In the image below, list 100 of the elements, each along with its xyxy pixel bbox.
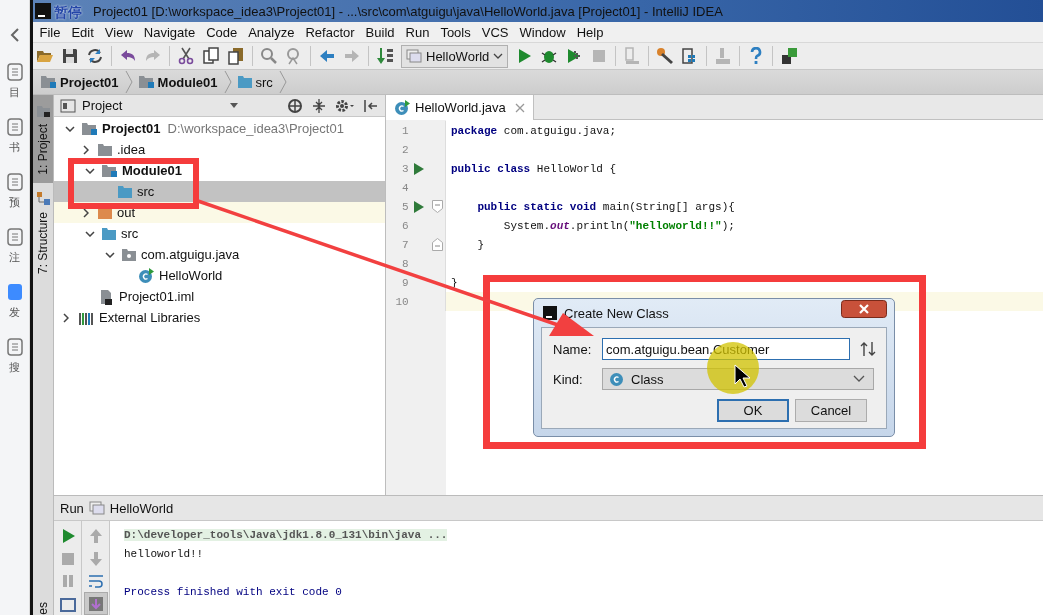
menu-item[interactable]: Build (360, 24, 400, 40)
menu-item[interactable]: View (99, 24, 139, 40)
menu-item[interactable]: File (34, 24, 66, 40)
collapse-all-icon[interactable] (311, 97, 327, 114)
app-shortcut-icon[interactable] (6, 228, 23, 246)
breadcrumb[interactable]: Project01 (39, 74, 121, 90)
menu-item[interactable]: Tools (434, 24, 477, 40)
module-folder-icon (138, 76, 154, 88)
run-gutter-icon[interactable] (413, 161, 426, 176)
tree-item[interactable]: src (54, 181, 385, 202)
tree-item[interactable]: External Libraries (54, 307, 385, 328)
sync-icon[interactable] (86, 47, 104, 65)
plugin-icon[interactable] (780, 47, 799, 65)
breadcrumb[interactable]: src (235, 74, 275, 90)
cancel-button[interactable]: Cancel (795, 399, 867, 422)
run-configuration-dropdown[interactable]: HelloWorld (401, 44, 509, 68)
mouse-pointer-icon (734, 364, 750, 388)
close-icon[interactable] (514, 102, 525, 113)
project-view-icon (60, 97, 76, 114)
app-shortcut-icon[interactable] (6, 173, 23, 191)
tree-item-label: Project01.iml (119, 289, 195, 304)
app-shortcut-icon[interactable] (6, 63, 23, 81)
shortcut-label[interactable]: 注 (9, 250, 20, 265)
back-arrow-icon[interactable] (318, 47, 336, 65)
folder-icon (35, 103, 51, 118)
menu-item[interactable]: Window (513, 24, 572, 40)
tree-item[interactable]: Project01.iml (54, 286, 385, 307)
tree-item[interactable]: Module01 (54, 160, 385, 181)
tool-window-tab[interactable]: 7: Structure (33, 182, 53, 282)
menu-item[interactable]: Refactor (299, 24, 361, 40)
build-icon[interactable] (376, 47, 394, 65)
back-chevron-icon[interactable] (8, 27, 21, 43)
tree-item[interactable]: Project01 D:\workspace_idea3\Project01 (54, 118, 385, 139)
menu-item[interactable]: Help (571, 24, 609, 40)
class-icon (609, 371, 625, 387)
line-number: 5 (401, 200, 409, 213)
menu-item[interactable]: VCS (476, 24, 514, 40)
app-shortcut-icon[interactable] (6, 118, 23, 136)
tool-window-tab[interactable]: 1: Project (33, 95, 53, 183)
menu-item[interactable]: Navigate (138, 24, 201, 40)
ok-button[interactable]: OK (717, 399, 789, 422)
fold-marker-icon[interactable] (431, 238, 443, 251)
chevron-down-icon[interactable] (105, 251, 115, 258)
copy-icon[interactable] (202, 47, 220, 65)
tree-item[interactable]: com.atguigu.java (54, 244, 385, 265)
tree-item-label: HelloWorld (159, 268, 223, 283)
tree-item[interactable]: HelloWorld (54, 265, 385, 286)
soft-wrap-icon[interactable] (87, 573, 104, 590)
app-shortcut-icon[interactable] (6, 338, 23, 356)
chevron-right-icon[interactable] (83, 144, 89, 155)
tree-item[interactable]: .idea (54, 139, 385, 160)
locate-icon[interactable] (287, 97, 303, 114)
sort-arrows-icon[interactable] (860, 341, 876, 357)
folder-icon (118, 185, 132, 198)
chevron-down-icon[interactable] (85, 230, 95, 237)
chevron-right-icon[interactable] (63, 312, 69, 323)
chevron-down-icon[interactable] (85, 167, 95, 174)
breadcrumb[interactable]: Module01 (136, 74, 220, 90)
chevron-icon (223, 70, 232, 94)
run-gutter-icon[interactable] (413, 199, 426, 214)
menu-item[interactable]: Code (200, 24, 243, 40)
class-icon (394, 99, 410, 116)
menu-item[interactable]: Run (400, 24, 435, 40)
app-shortcut-icon[interactable] (6, 283, 23, 301)
caret-icon (853, 375, 865, 383)
tree-item-label: com.atguigu.java (141, 247, 240, 262)
close-button[interactable] (841, 300, 887, 318)
chevron-icon (278, 70, 287, 94)
wrench-icon[interactable] (656, 47, 675, 65)
tool-window-tab[interactable]: es (33, 601, 53, 615)
line-number: 7 (401, 238, 409, 251)
shortcut-label[interactable]: 搜 (9, 360, 20, 375)
menu-item[interactable]: Edit (65, 24, 100, 40)
file-icon (98, 288, 114, 305)
chevron-down-icon[interactable] (65, 125, 75, 132)
shortcut-label[interactable]: 发 (9, 305, 20, 320)
menu-item[interactable]: Analyze (242, 24, 300, 40)
run-tab[interactable]: HelloWorld (88, 500, 174, 516)
chevron-right-icon[interactable] (83, 207, 89, 218)
shortcut-label[interactable]: 预 (9, 195, 20, 210)
structure-icon (35, 190, 51, 206)
app-icon (543, 306, 557, 320)
tree-item[interactable]: src (54, 223, 385, 244)
field-label: Kind: (553, 371, 584, 387)
search-icon[interactable] (260, 47, 278, 65)
line-number: 10 (394, 295, 409, 308)
fold-marker-icon[interactable] (431, 200, 443, 213)
hide-panel-icon[interactable] (363, 97, 379, 114)
settings-icon[interactable] (335, 97, 355, 114)
scroll-to-end-icon[interactable] (87, 595, 104, 612)
package-icon (122, 248, 136, 261)
shortcut-label[interactable]: 目 (9, 85, 20, 100)
editor-tab[interactable]: HelloWorld.java (386, 95, 534, 120)
scissors-icon[interactable] (177, 47, 195, 65)
shortcut-label[interactable]: 书 (9, 140, 20, 155)
code-line: public class HelloWorld { (451, 162, 617, 175)
code-line: package com.atguigu.java; (451, 124, 617, 137)
paste-icon[interactable] (227, 47, 245, 65)
layout-icon[interactable] (59, 595, 76, 612)
window-icon (406, 48, 422, 64)
